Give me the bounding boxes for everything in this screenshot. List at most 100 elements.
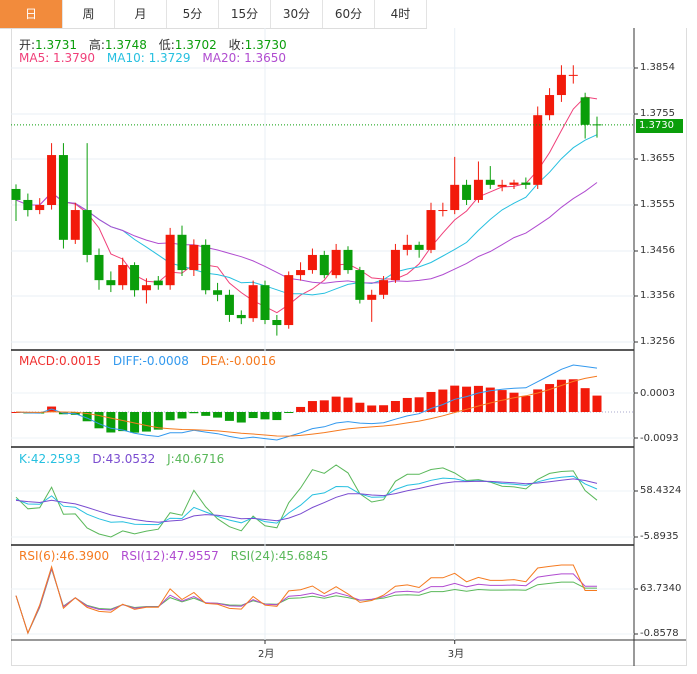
rsi24-value: RSI(24):45.6845 — [230, 549, 329, 563]
rsi-legend: RSI(6):46.3900 RSI(12):47.9557 RSI(24):4… — [19, 549, 336, 563]
candle-down — [58, 155, 68, 240]
close-label: 收: — [228, 38, 245, 52]
candle-down — [177, 234, 187, 271]
x-axis-label-feb: 2月 — [258, 649, 275, 660]
candle-down — [414, 244, 424, 250]
candle-up — [450, 184, 460, 211]
price-axis-tick: 1.3555 — [640, 199, 675, 210]
price-axis-tick: 1.3456 — [640, 245, 675, 256]
macd-bar — [296, 406, 306, 413]
macd-bar — [473, 385, 483, 413]
kdj-axis-tick: 58.4324 — [640, 485, 682, 496]
diff-value: DIFF:-0.0008 — [112, 354, 189, 368]
candle-up — [533, 115, 543, 185]
candle-up — [545, 95, 555, 116]
macd-bar — [307, 401, 317, 413]
macd-legend: MACD:0.0015 DIFF:-0.0008 DEA:-0.0016 — [19, 354, 284, 368]
kdj-legend: K:42.2593 D:43.0532 J:40.6716 — [19, 452, 232, 466]
candle-up — [296, 270, 306, 276]
candle-down — [319, 254, 329, 276]
macd-bar — [402, 397, 412, 413]
macd-bar — [94, 412, 104, 429]
rsi12-value: RSI(12):47.9557 — [121, 549, 219, 563]
ma5-value: MA5: 1.3790 — [19, 51, 96, 65]
macd-bar — [568, 379, 578, 413]
macd-bar — [331, 396, 341, 413]
candle-down — [260, 285, 270, 321]
candle-up — [141, 285, 151, 291]
macd-bar — [414, 397, 424, 413]
candle-up — [35, 205, 45, 211]
close-value: 1.3730 — [244, 38, 287, 52]
ma20-value: MA20: 1.3650 — [202, 51, 287, 65]
high-value: 1.3748 — [104, 38, 147, 52]
candle-up — [248, 285, 258, 319]
candle-down — [462, 184, 472, 200]
macd-bar — [201, 412, 211, 416]
macd-bar — [236, 412, 246, 423]
candle-up — [189, 244, 199, 271]
macd-bar — [319, 400, 329, 413]
rsi6-value: RSI(6):46.3900 — [19, 549, 110, 563]
macd-bar — [189, 412, 199, 414]
rsi-axis-tick: -0.8578 — [640, 628, 679, 639]
macd-bar — [592, 395, 602, 413]
macd-bar — [521, 395, 531, 413]
x-axis-label-mar: 3月 — [447, 649, 465, 660]
candle-down — [224, 294, 234, 315]
candle-up — [367, 294, 377, 300]
candle-down — [236, 314, 246, 319]
candle-down — [201, 244, 211, 291]
macd-bar — [390, 400, 400, 413]
candle-down — [272, 320, 282, 326]
j-value: J:40.6716 — [167, 452, 225, 466]
candle-up — [118, 265, 128, 286]
price-axis-tick: 1.3655 — [640, 153, 675, 164]
chart-canvas[interactable] — [0, 0, 697, 674]
candle-up — [509, 182, 519, 185]
candle-down — [130, 265, 140, 291]
candle-down — [82, 210, 92, 255]
candle-down — [355, 270, 365, 300]
rsi12-line — [15, 566, 597, 635]
candle-down — [106, 280, 116, 286]
candle-up — [331, 249, 341, 276]
macd-bar — [260, 412, 270, 420]
macd-bar — [580, 388, 590, 413]
candle-down — [11, 188, 21, 200]
macd-bar — [224, 412, 234, 421]
price-axis-tick: 1.3854 — [640, 62, 675, 73]
candle-down — [485, 179, 495, 185]
candle-up — [402, 244, 412, 250]
candle-up — [497, 184, 507, 187]
macd-bar — [272, 412, 282, 421]
rsi-axis-tick: 63.7340 — [640, 583, 682, 594]
forex-chart-widget: 日 周 月 5分 15分 30分 60分 4时 开:1.3731 高:1.374… — [0, 0, 697, 674]
macd-bar — [213, 412, 223, 418]
candle-up — [47, 155, 57, 205]
macd-bar — [367, 405, 377, 413]
current-price-tag: 1.3730 — [636, 119, 683, 133]
macd-axis-tick: 0.0003 — [640, 388, 675, 399]
candle-down — [23, 199, 33, 211]
k-value: K:42.2593 — [19, 452, 81, 466]
k-line — [15, 475, 598, 526]
macd-bar — [106, 412, 116, 433]
macd-bar — [509, 392, 519, 413]
candle-up — [307, 254, 317, 271]
macd-bar — [177, 412, 187, 419]
candle-up — [556, 74, 566, 96]
candle-up — [379, 280, 389, 295]
high-label: 高: — [88, 38, 105, 52]
candle-down — [580, 97, 590, 125]
candle-down — [213, 290, 223, 295]
macd-bar — [284, 412, 294, 414]
candle-down — [153, 280, 163, 286]
candle-up — [426, 210, 436, 250]
ma-legend: MA5: 1.3790 MA10: 1.3729 MA20: 1.3650 — [19, 51, 294, 65]
macd-bar — [379, 405, 389, 413]
candle-down — [94, 254, 104, 281]
candle-down — [521, 182, 531, 185]
candle-up — [70, 210, 80, 240]
price-axis-tick: 1.3755 — [640, 108, 675, 119]
